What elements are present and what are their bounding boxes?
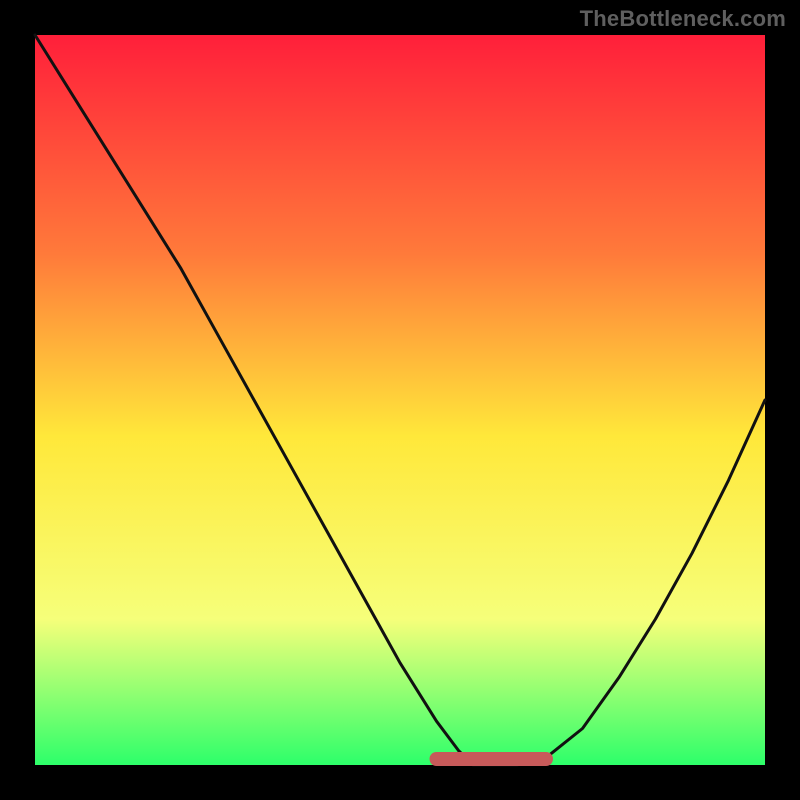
watermark: TheBottleneck.com [580, 6, 786, 32]
bottleneck-chart [0, 0, 800, 800]
plot-background [35, 35, 765, 765]
chart-stage: TheBottleneck.com [0, 0, 800, 800]
